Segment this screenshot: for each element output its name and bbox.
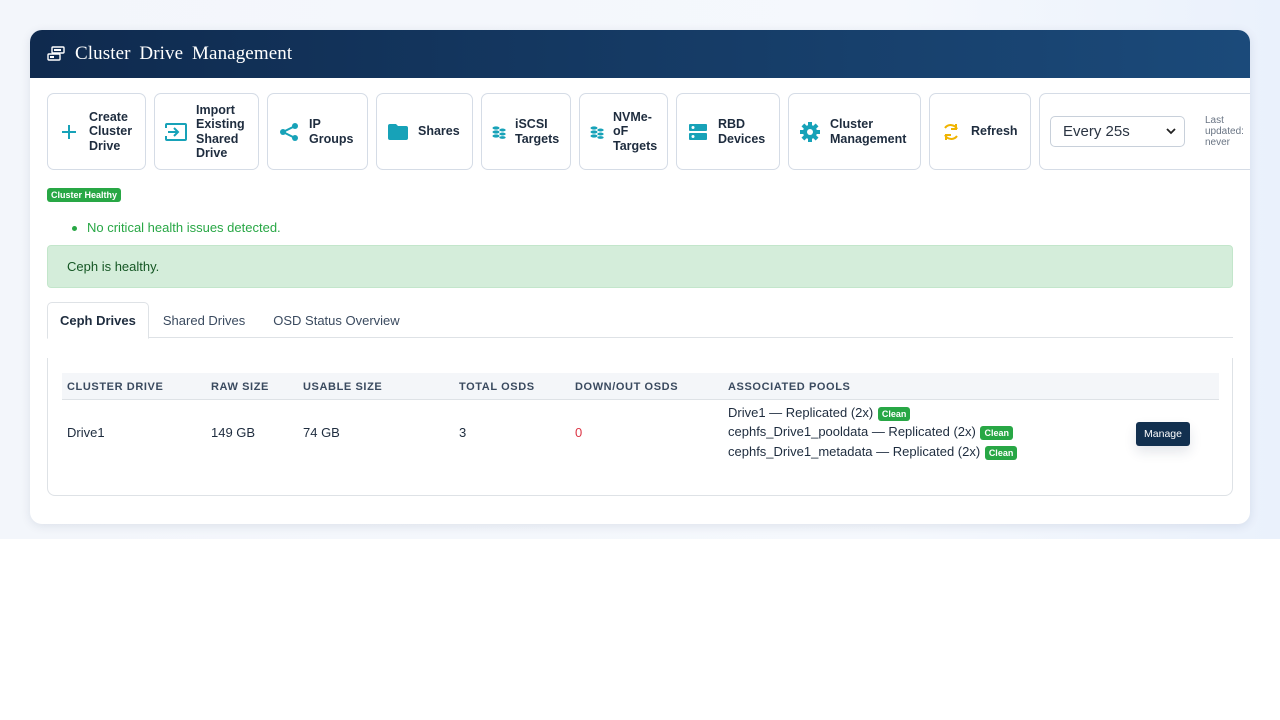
- pool-name: cephfs_Drive1_pooldata — Replicated (2x): [728, 424, 976, 439]
- main-card: Cluster Drive Management Create Cluster …: [30, 30, 1250, 524]
- pool-status-badge: Clean: [877, 406, 911, 421]
- tab-ceph-drives[interactable]: Ceph Drives: [47, 302, 149, 339]
- pool-name: cephfs_Drive1_metadata — Replicated (2x): [728, 444, 981, 459]
- cell-down-out-osds: 0: [575, 425, 583, 440]
- manage-button[interactable]: Manage: [1136, 422, 1190, 446]
- share-nodes-icon: [278, 121, 300, 143]
- import-shared-drive-button[interactable]: Import Existing Shared Drive: [154, 93, 259, 170]
- database-stack-icon: [492, 121, 506, 143]
- column-header-cluster-drive: CLUSTER DRIVE: [67, 381, 164, 393]
- column-header-usable-size: USABLE SIZE: [303, 381, 383, 393]
- cluster-health-badge: Cluster Healthy: [47, 188, 122, 202]
- column-header-associated-pools: ASSOCIATED POOLS: [728, 381, 851, 393]
- import-icon: [165, 121, 187, 143]
- plus-icon: [58, 121, 80, 143]
- ceph-drives-table: CLUSTER DRIVE RAW SIZE USABLE SIZE TOTAL…: [47, 358, 1233, 496]
- refresh-interval-select[interactable]: Every 25s: [1050, 116, 1185, 147]
- iscsi-targets-button[interactable]: iSCSI Targets: [481, 93, 571, 170]
- gear-icon: [799, 121, 821, 143]
- cluster-management-label: Cluster Management: [830, 117, 907, 146]
- pool-name: Drive1 — Replicated (2x): [728, 405, 874, 420]
- app-title: Cluster Drive Management: [75, 43, 293, 64]
- chevron-down-icon: [1166, 128, 1176, 135]
- refresh-label: Refresh: [971, 124, 1018, 139]
- shares-label: Shares: [418, 124, 460, 139]
- table-header: CLUSTER DRIVE RAW SIZE USABLE SIZE TOTAL…: [62, 373, 1219, 400]
- refresh-icon: [940, 121, 962, 143]
- create-cluster-drive-label: Create Cluster Drive: [89, 109, 133, 153]
- nvmeof-targets-label: NVMe- oF Targets: [613, 109, 658, 153]
- server-icon: [47, 46, 65, 61]
- server-rack-icon: [687, 121, 709, 143]
- shares-button[interactable]: Shares: [376, 93, 473, 170]
- column-header-raw-size: RAW SIZE: [211, 381, 269, 393]
- cell-raw-size: 149 GB: [211, 425, 256, 440]
- rbd-devices-button[interactable]: RBD Devices: [676, 93, 780, 170]
- drive-tabs: Ceph Drives Shared Drives OSD Status Ove…: [47, 302, 1233, 339]
- database-stack-icon: [590, 121, 604, 143]
- cluster-management-button[interactable]: Cluster Management: [788, 93, 921, 170]
- cell-usable-size: 74 GB: [303, 425, 340, 440]
- refresh-interval-value: Every 25s: [1063, 123, 1130, 140]
- ceph-health-message: Ceph is healthy.: [67, 259, 160, 274]
- refresh-button[interactable]: Refresh: [929, 93, 1031, 170]
- column-header-total-osds: TOTAL OSDS: [459, 381, 535, 393]
- column-header-down-out-osds: DOWN/OUT OSDS: [575, 381, 679, 393]
- health-issue-item: No critical health issues detected.: [72, 220, 281, 235]
- tab-shared-drives[interactable]: Shared Drives: [149, 302, 259, 338]
- toolbar: Create Cluster Drive Import Existing Sha…: [47, 93, 1250, 170]
- ip-groups-label: IP Groups: [309, 117, 354, 146]
- pool-item: cephfs_Drive1_metadata — Replicated (2x)…: [728, 444, 1018, 460]
- nvmeof-targets-button[interactable]: NVMe- oF Targets: [579, 93, 668, 170]
- ceph-health-alert: Ceph is healthy.: [47, 245, 1233, 288]
- cell-total-osds: 3: [459, 425, 467, 440]
- app-header: Cluster Drive Management: [30, 30, 1250, 78]
- create-cluster-drive-button[interactable]: Create Cluster Drive: [47, 93, 146, 170]
- last-updated-text: Last updated: never: [1205, 115, 1244, 148]
- auto-refresh-group: Every 25s Last updated: never: [1039, 93, 1250, 170]
- tab-osd-status-overview[interactable]: OSD Status Overview: [259, 302, 413, 338]
- ip-groups-button[interactable]: IP Groups: [267, 93, 368, 170]
- import-shared-drive-label: Import Existing Shared Drive: [196, 102, 245, 161]
- cell-cluster-drive: Drive1: [67, 425, 105, 440]
- pool-item: Drive1 — Replicated (2x) Clean: [728, 405, 911, 421]
- folder-icon: [387, 121, 409, 143]
- pool-status-badge: Clean: [980, 425, 1013, 440]
- iscsi-targets-label: iSCSI Targets: [515, 117, 560, 146]
- pool-status-badge: Clean: [984, 445, 1018, 460]
- rbd-devices-label: RBD Devices: [718, 117, 766, 146]
- pool-item: cephfs_Drive1_pooldata — Replicated (2x)…: [728, 424, 1013, 440]
